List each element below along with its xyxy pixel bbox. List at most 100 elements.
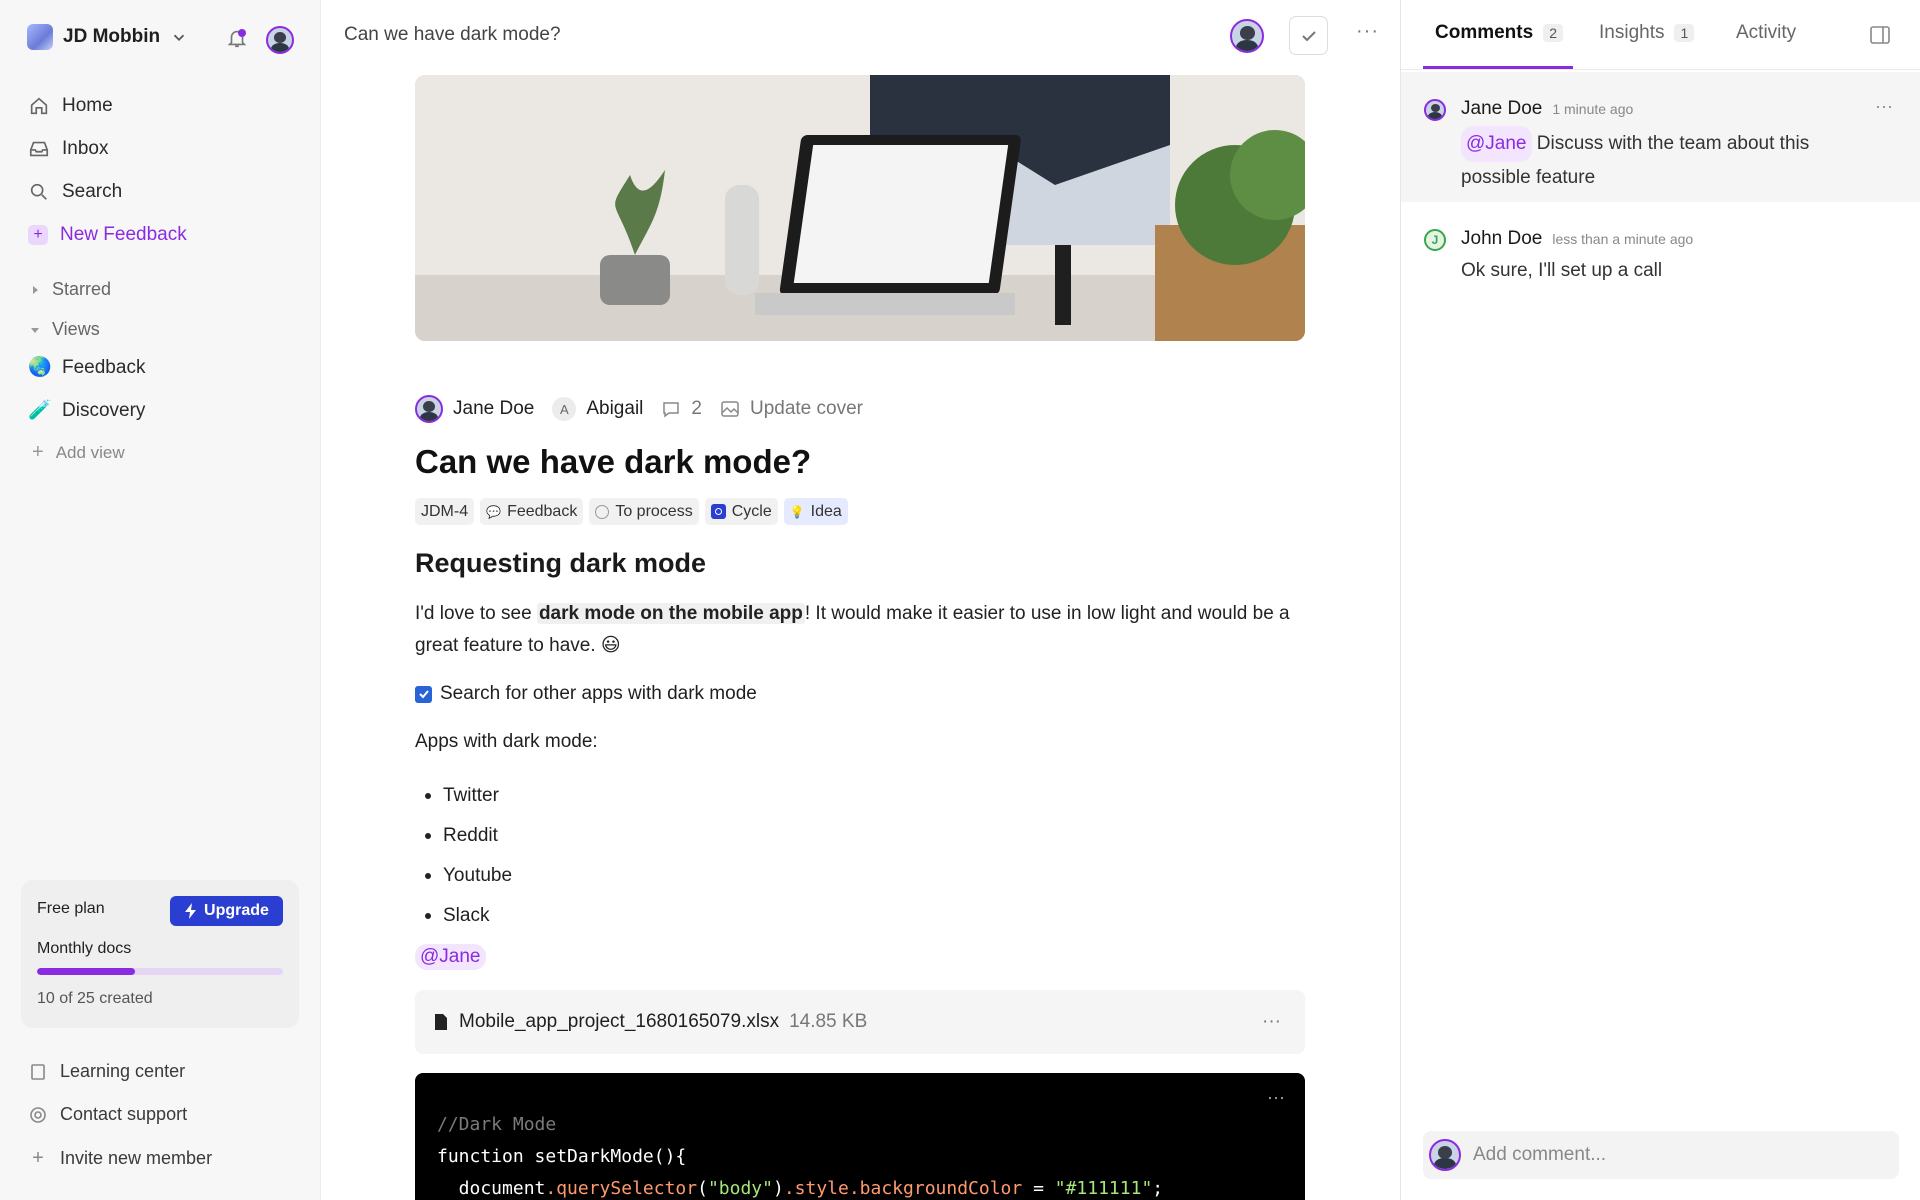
- comment-author-avatar: J: [1424, 229, 1446, 251]
- file-name: Mobile_app_project_1680165079.xlsx: [459, 1011, 780, 1032]
- add-view-label: Add view: [55, 442, 125, 462]
- update-cover-button[interactable]: Update cover: [750, 398, 863, 420]
- upgrade-label: Upgrade: [204, 902, 269, 919]
- comment-time: less than a minute ago: [1552, 231, 1694, 247]
- section-views[interactable]: Views: [30, 319, 100, 340]
- panel-tabs: Comments 2 Insights 1 Activity: [1401, 0, 1920, 70]
- nav-new-feedback[interactable]: + New Feedback: [28, 224, 308, 246]
- complete-button[interactable]: [1289, 16, 1328, 55]
- check-icon: [1301, 30, 1316, 41]
- comment-body: Ok sure, I'll set up a call: [1461, 260, 1663, 281]
- tag-status-label: To process: [615, 502, 693, 520]
- tag-idea[interactable]: 💡 Idea: [783, 498, 848, 525]
- comment-more-icon[interactable]: ···: [1875, 96, 1893, 117]
- apps-heading: Apps with dark mode:: [415, 731, 598, 752]
- collapse-panel-icon[interactable]: [1869, 24, 1891, 46]
- tag-status[interactable]: To process: [589, 498, 699, 525]
- code-line-3e: ): [772, 1178, 784, 1199]
- invite-member[interactable]: + Invite new member: [28, 1147, 212, 1170]
- code-line-3d: "body": [707, 1178, 773, 1199]
- view-discovery-label: Discovery: [62, 400, 146, 421]
- tab-activity-label: Activity: [1736, 22, 1797, 43]
- code-block[interactable]: ··· //Dark Mode function setDarkMode(){ d…: [415, 1073, 1305, 1200]
- code-line-3h: "#111111": [1054, 1178, 1153, 1199]
- todo-item[interactable]: Search for other apps with dark mode: [415, 683, 757, 705]
- tag-cycle[interactable]: Cycle: [704, 498, 778, 525]
- comment-icon: [663, 402, 680, 418]
- add-comment-input[interactable]: Add comment...: [1423, 1131, 1899, 1179]
- caret-down-icon: [31, 327, 39, 333]
- comment-body: @Jane Discuss with the team about this p…: [1461, 126, 1881, 194]
- cover-image: [415, 75, 1305, 341]
- learning-center[interactable]: Learning center: [28, 1061, 185, 1082]
- section-heading: Requesting dark mode: [415, 548, 707, 578]
- main-content: Can we have dark mode? ··· Jane Doe A Ab…: [322, 0, 1400, 1200]
- author-name[interactable]: Jane Doe: [453, 398, 534, 420]
- code-line-3g: =: [1022, 1178, 1055, 1199]
- para-pre: I'd love to see: [415, 603, 537, 624]
- contact-support-label: Contact support: [60, 1104, 188, 1124]
- nav-new-feedback-label: New Feedback: [60, 224, 187, 245]
- list-item: Youtube: [415, 856, 512, 896]
- page-title[interactable]: Can we have dark mode?: [415, 443, 811, 481]
- list-item: Slack: [415, 896, 512, 936]
- book-icon: [31, 1063, 45, 1080]
- code-more-icon[interactable]: ···: [1267, 1081, 1285, 1113]
- file-more-icon[interactable]: ···: [1262, 1011, 1281, 1033]
- nav-home[interactable]: Home: [28, 95, 308, 117]
- comment-item: J John Doe less than a minute ago Ok sur…: [1401, 202, 1920, 302]
- checkbox-checked[interactable]: [415, 685, 432, 703]
- plan-title: Free plan: [37, 900, 105, 917]
- add-comment-placeholder: Add comment...: [1473, 1144, 1607, 1165]
- code-line-3f: .style.backgroundColor: [783, 1178, 1023, 1199]
- comment-author-avatar: [1424, 99, 1446, 121]
- tag-type[interactable]: 💬 Feedback: [480, 498, 584, 525]
- comment-author: Jane Doe: [1461, 98, 1543, 119]
- apps-list: Twitter Reddit Youtube Slack: [415, 776, 512, 936]
- plan-count: 10 of 25 created: [37, 990, 153, 1007]
- nav-search[interactable]: Search: [28, 181, 308, 203]
- code-line-3c: (: [697, 1178, 708, 1199]
- more-icon[interactable]: ···: [1356, 20, 1379, 43]
- view-discovery[interactable]: 🧪 Discovery: [28, 400, 308, 422]
- comment-count[interactable]: 2: [691, 398, 702, 420]
- caret-right-icon: [33, 285, 38, 294]
- file-attachment[interactable]: Mobile_app_project_1680165079.xlsx 14.85…: [415, 990, 1305, 1054]
- comment-mention[interactable]: @Jane: [1461, 126, 1532, 162]
- tab-comments[interactable]: Comments 2: [1435, 22, 1563, 44]
- contact-support[interactable]: Contact support: [28, 1104, 187, 1125]
- add-view[interactable]: + Add view: [32, 441, 125, 464]
- nav-inbox[interactable]: Inbox: [28, 138, 308, 160]
- tab-insights-count: 1: [1674, 24, 1695, 42]
- check-icon: [418, 690, 429, 699]
- plus-icon: +: [28, 225, 48, 245]
- assignee-name[interactable]: Abigail: [586, 398, 643, 420]
- comment-author: John Doe: [1461, 228, 1543, 249]
- view-feedback-label: Feedback: [62, 357, 146, 378]
- status-circle-icon: [595, 504, 610, 519]
- home-icon: [30, 97, 48, 115]
- workspace-switcher[interactable]: JD Mobbin: [27, 24, 188, 50]
- comment-header: Jane Doe 1 minute ago: [1461, 98, 1633, 120]
- current-user-avatar: [1429, 1139, 1461, 1171]
- tab-comments-label: Comments: [1435, 22, 1534, 43]
- tab-insights[interactable]: Insights 1: [1599, 22, 1695, 44]
- nav-inbox-label: Inbox: [62, 138, 109, 159]
- support-icon: [30, 1106, 46, 1123]
- comments-panel: Comments 2 Insights 1 Activity Jane Doe …: [1400, 0, 1920, 1200]
- workspace-name: JD Mobbin: [63, 26, 161, 47]
- code-comment: //Dark Mode: [437, 1114, 557, 1135]
- user-avatar[interactable]: [266, 26, 294, 54]
- section-starred[interactable]: Starred: [30, 279, 111, 300]
- body-paragraph: I'd love to see dark mode on the mobile …: [415, 598, 1315, 662]
- tab-activity[interactable]: Activity: [1736, 22, 1796, 44]
- todo-label: Search for other apps with dark mode: [440, 683, 757, 704]
- tag-id[interactable]: JDM-4: [415, 498, 475, 525]
- tag-cycle-label: Cycle: [731, 502, 772, 520]
- view-feedback[interactable]: 🌏 Feedback: [28, 357, 308, 379]
- plan-card: Free plan Upgrade Monthly docs 10 of 25 …: [21, 880, 299, 1028]
- nav-home-label: Home: [62, 95, 113, 116]
- mention-chip[interactable]: @Jane: [415, 944, 486, 970]
- assignee-avatar[interactable]: [1230, 19, 1264, 53]
- upgrade-button[interactable]: Upgrade: [170, 896, 283, 926]
